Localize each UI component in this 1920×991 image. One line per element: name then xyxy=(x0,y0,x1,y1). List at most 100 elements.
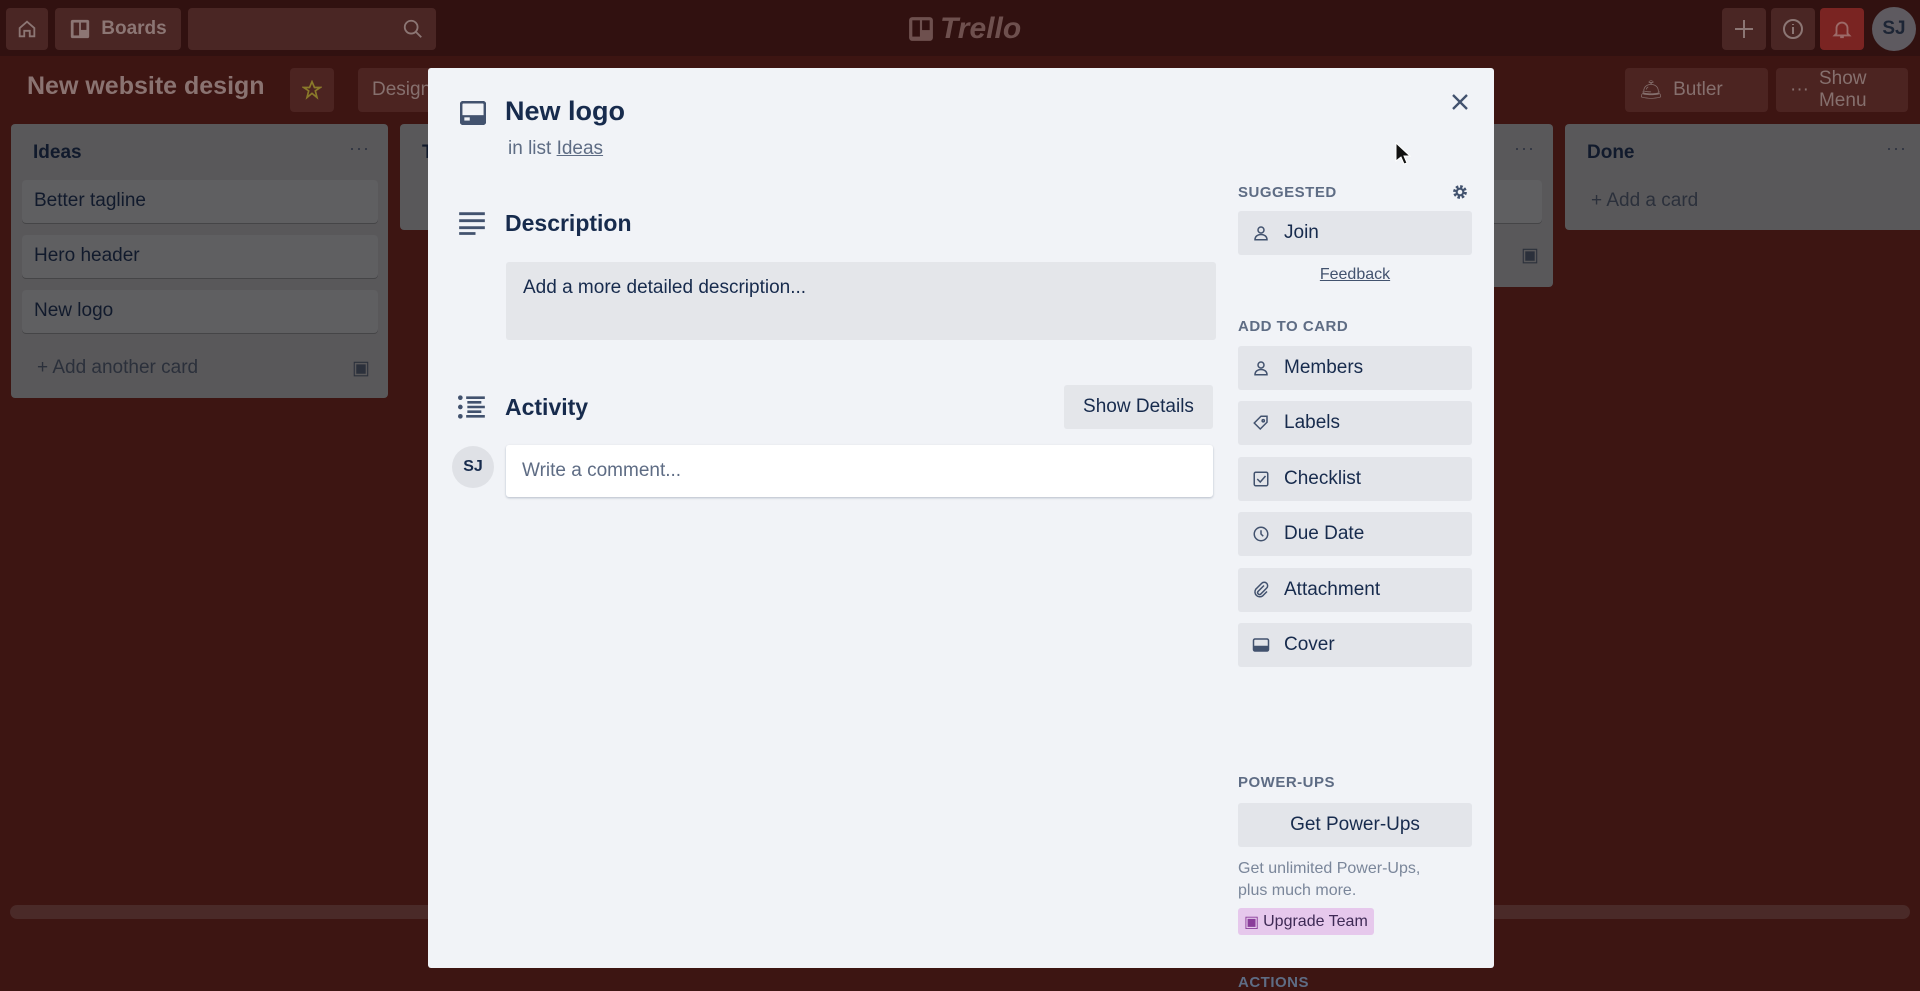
boards-label: Boards xyxy=(101,18,167,39)
button-label: Due Date xyxy=(1284,523,1365,544)
board-title[interactable]: New website design xyxy=(27,72,265,101)
show-menu-button[interactable]: ··· Show Menu xyxy=(1776,68,1908,112)
plus-icon: + xyxy=(37,357,53,378)
list-menu-icon[interactable]: ··· xyxy=(349,138,370,159)
card[interactable] xyxy=(1490,180,1542,223)
list-done: Done ··· + Add a card xyxy=(1565,124,1920,230)
powerups-label: POWER-UPS xyxy=(1238,774,1336,791)
list-menu-icon[interactable]: ··· xyxy=(1886,138,1907,159)
star-icon xyxy=(302,80,322,100)
attachment-button[interactable]: Attachment xyxy=(1238,568,1472,612)
card-template-icon[interactable]: ▣ xyxy=(352,357,370,380)
card[interactable]: Hero header xyxy=(22,235,378,278)
suggested-label: SUGGESTED xyxy=(1238,184,1337,201)
add-card-button[interactable]: + Add a card xyxy=(1591,190,1698,212)
members-button[interactable]: Members xyxy=(1238,346,1472,390)
paperclip-icon xyxy=(1254,581,1269,598)
labels-button[interactable]: Labels xyxy=(1238,401,1472,445)
gear-icon[interactable] xyxy=(1450,182,1470,202)
card[interactable]: New logo xyxy=(22,290,378,333)
plus-icon xyxy=(1735,20,1753,38)
briefcase-icon: ▣ xyxy=(1244,913,1260,931)
clock-icon xyxy=(1253,526,1269,542)
info-icon xyxy=(1783,19,1803,39)
description-heading: Description xyxy=(505,210,632,236)
close-button[interactable] xyxy=(1446,88,1474,116)
add-card-label: Add a card xyxy=(1606,190,1699,211)
avatar[interactable]: SJ xyxy=(1872,7,1916,51)
join-label: Join xyxy=(1284,222,1319,243)
plus-icon: + xyxy=(1591,190,1607,211)
powerups-text: Get unlimited Power-Ups, plus much more. xyxy=(1238,858,1472,902)
button-label: Cover xyxy=(1284,634,1335,655)
filter-label: Design xyxy=(372,79,432,100)
avatar-initials: SJ xyxy=(1882,18,1906,39)
top-bar: Boards Trello SJ xyxy=(0,0,1920,56)
mouse-cursor-icon xyxy=(1395,142,1411,165)
description-input[interactable]: Add a more detailed description... xyxy=(506,262,1216,340)
home-button[interactable] xyxy=(6,8,48,50)
upgrade-label: Upgrade Team xyxy=(1263,912,1368,930)
butler-button[interactable]: 🛎 Butler xyxy=(1625,68,1768,112)
description-icon xyxy=(459,212,485,235)
add-to-card-label: ADD TO CARD xyxy=(1238,318,1349,335)
info-button[interactable] xyxy=(1771,8,1815,50)
trello-logo[interactable]: Trello xyxy=(908,12,1021,46)
butler-label: Butler xyxy=(1673,79,1723,100)
boards-icon xyxy=(71,19,90,39)
star-button[interactable] xyxy=(290,68,334,112)
list-ideas: Ideas ··· Better tagline Hero header New… xyxy=(11,124,388,398)
in-list-prefix: in list xyxy=(508,138,552,159)
join-button[interactable]: Join xyxy=(1238,211,1472,255)
button-label: Attachment xyxy=(1284,579,1381,600)
actions-label: ACTIONS xyxy=(1238,974,1309,991)
logo-text: Trello xyxy=(940,12,1022,45)
button-label: Labels xyxy=(1284,412,1340,433)
add-card-label: Add another card xyxy=(52,357,199,378)
card-template-icon[interactable]: ▣ xyxy=(1521,244,1539,267)
bell-icon xyxy=(1832,21,1852,39)
search-input[interactable] xyxy=(188,8,436,50)
person-icon xyxy=(1254,361,1268,376)
comment-input[interactable]: Write a comment... xyxy=(506,445,1213,497)
cover-button[interactable]: Cover xyxy=(1238,623,1472,667)
cover-icon xyxy=(1252,638,1270,652)
butler-bell-icon: 🛎 xyxy=(1639,80,1664,101)
person-icon xyxy=(1254,226,1268,241)
more-icon: ··· xyxy=(1790,79,1809,100)
close-icon xyxy=(1452,94,1468,110)
home-icon xyxy=(18,20,36,38)
card-icon xyxy=(460,101,486,125)
checkbox-icon xyxy=(1253,471,1269,487)
checklist-button[interactable]: Checklist xyxy=(1238,457,1472,501)
card[interactable]: Better tagline xyxy=(22,180,378,223)
get-powerups-button[interactable]: Get Power-Ups xyxy=(1238,803,1472,847)
list-menu-icon[interactable]: ··· xyxy=(1514,138,1535,159)
add-card-button[interactable]: + Add another card xyxy=(37,357,198,379)
get-powerups-label: Get Power-Ups xyxy=(1290,814,1420,835)
search-icon xyxy=(403,19,422,38)
show-details-button[interactable]: Show Details xyxy=(1064,385,1213,429)
card-title[interactable]: New logo xyxy=(505,96,625,127)
comment-avatar[interactable]: SJ xyxy=(452,446,494,488)
show-menu-label: Show Menu xyxy=(1818,68,1867,111)
list-title[interactable]: Done xyxy=(1587,142,1635,164)
feedback-link[interactable]: Feedback xyxy=(1238,266,1472,284)
notifications-button[interactable] xyxy=(1820,8,1864,50)
activity-heading: Activity xyxy=(505,394,589,420)
due-date-button[interactable]: Due Date xyxy=(1238,512,1472,556)
boards-button[interactable]: Boards xyxy=(55,8,181,50)
powerups-text-line: Get unlimited Power-Ups, xyxy=(1238,860,1421,877)
list-link[interactable]: Ideas xyxy=(557,138,603,159)
activity-icon xyxy=(458,395,485,419)
button-label: Checklist xyxy=(1284,468,1362,489)
in-list-text: in list Ideas xyxy=(508,138,603,160)
button-label: Members xyxy=(1284,357,1364,378)
list-third: ··· ▣ xyxy=(1490,124,1553,287)
tag-icon xyxy=(1253,415,1268,431)
card-detail-modal: New logo in list Ideas Description Add a… xyxy=(428,68,1494,991)
list-title[interactable]: Ideas xyxy=(33,142,82,164)
powerups-text-line: plus much more. xyxy=(1238,882,1357,899)
create-button[interactable] xyxy=(1722,8,1766,50)
upgrade-team-button[interactable]: ▣ Upgrade Team xyxy=(1238,908,1374,935)
